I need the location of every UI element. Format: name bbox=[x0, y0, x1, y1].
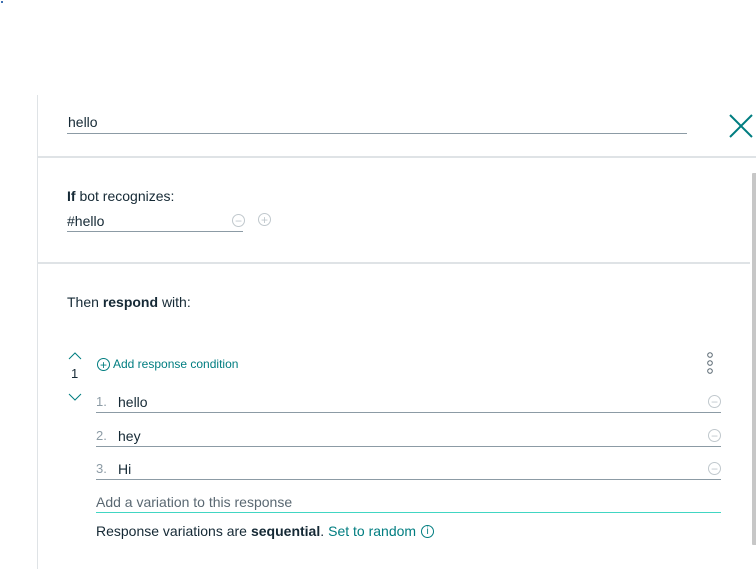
corner-marker bbox=[1, 1, 3, 3]
condition-input[interactable]: #hello bbox=[67, 211, 243, 232]
condition-section: If bot recognizes: #hello − + bbox=[38, 158, 750, 264]
variation-number: 3. bbox=[96, 461, 107, 476]
dialog-node-editor: hello If bot recognizes: #hello − + Then… bbox=[37, 95, 756, 569]
variation-mode-value: sequential bbox=[250, 523, 321, 539]
minus-circle-icon[interactable]: − bbox=[232, 214, 245, 227]
response-index: 1 bbox=[71, 366, 79, 381]
variation-text: Hi bbox=[118, 461, 132, 477]
response-variation[interactable]: 2. hey − bbox=[96, 426, 721, 447]
condition-label: If bot recognizes: bbox=[67, 188, 175, 204]
chevron-down-icon[interactable] bbox=[68, 389, 82, 401]
variation-text: hello bbox=[118, 394, 148, 410]
variation-mode-prefix: Response variations are bbox=[96, 523, 247, 539]
node-name-input[interactable]: hello bbox=[67, 114, 687, 134]
add-variation-input[interactable] bbox=[96, 492, 721, 513]
minus-circle-icon[interactable]: − bbox=[708, 429, 721, 442]
info-icon[interactable]: i bbox=[421, 524, 435, 538]
plus-circle-icon: + bbox=[97, 357, 110, 371]
variation-text: hey bbox=[118, 428, 141, 444]
variation-number: 1. bbox=[96, 394, 107, 409]
response-label: Then respond with: bbox=[67, 294, 191, 310]
variation-number: 2. bbox=[96, 428, 107, 443]
variation-mode-line: Response variations are sequential. Set … bbox=[96, 523, 435, 539]
response-variation[interactable]: 1. hello − bbox=[96, 392, 721, 413]
minus-circle-icon[interactable]: − bbox=[708, 462, 721, 475]
minus-circle-icon[interactable]: − bbox=[708, 395, 721, 408]
overflow-menu-icon[interactable] bbox=[705, 352, 715, 376]
add-response-condition-button[interactable]: + Add response condition bbox=[97, 357, 238, 371]
response-variation[interactable]: 3. Hi − bbox=[96, 459, 721, 480]
node-header: hello bbox=[38, 95, 756, 158]
set-to-random-link[interactable]: Set to random bbox=[328, 523, 416, 539]
scrollbar[interactable] bbox=[752, 173, 756, 545]
close-icon[interactable] bbox=[728, 113, 754, 139]
plus-circle-icon[interactable]: + bbox=[258, 213, 271, 226]
add-response-condition-label: Add response condition bbox=[113, 357, 239, 371]
chevron-up-icon[interactable] bbox=[68, 348, 82, 360]
